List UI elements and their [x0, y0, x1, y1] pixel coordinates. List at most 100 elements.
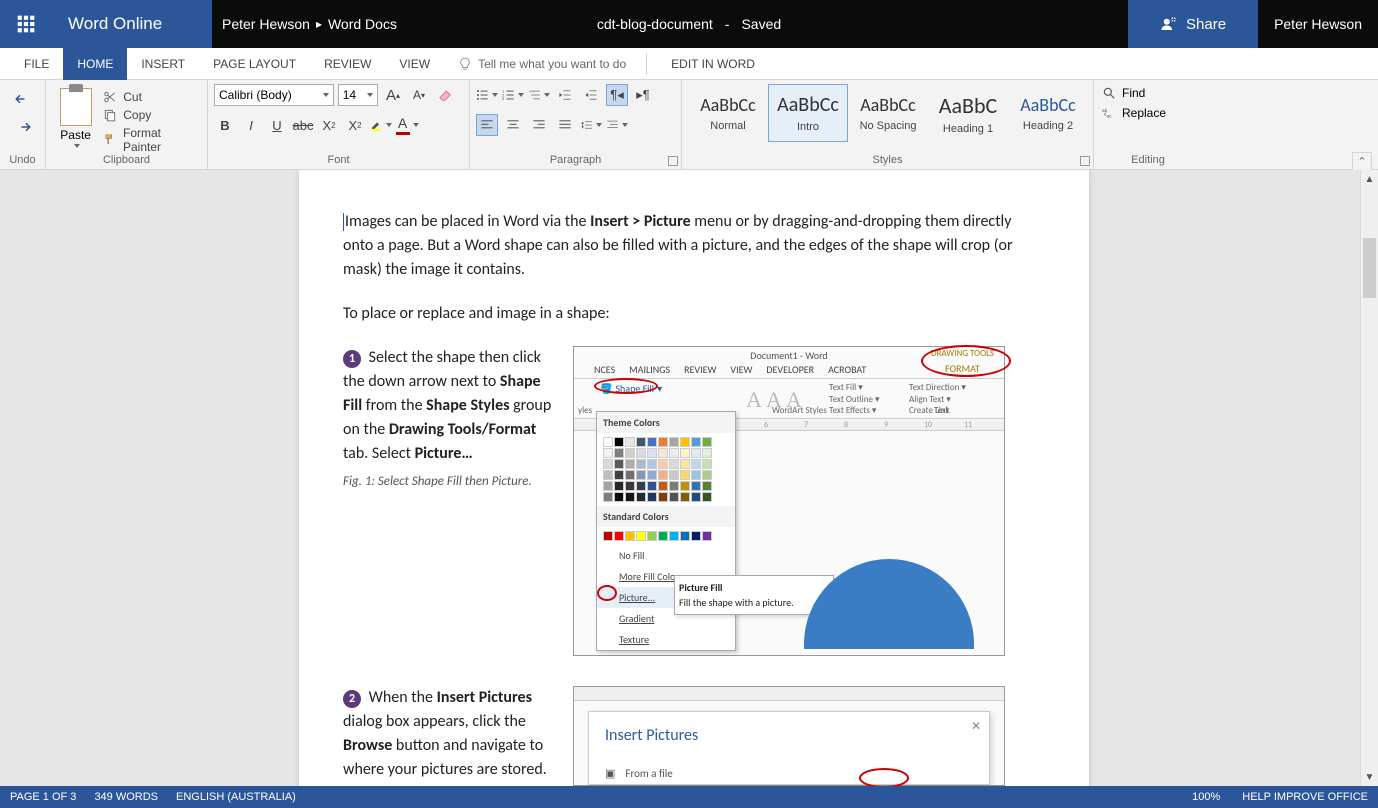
font-name-select[interactable]: Calibri (Body) [214, 84, 334, 106]
chevron-down-icon [518, 93, 524, 97]
italic-button[interactable]: I [240, 114, 262, 136]
breadcrumb-folder[interactable]: Word Docs [328, 16, 397, 32]
styles-launcher[interactable] [1080, 156, 1090, 166]
document-page[interactable]: Images can be placed in Word via the Ins… [299, 170, 1089, 786]
scroll-down-button[interactable]: ▼ [1361, 768, 1378, 786]
style-heading1[interactable]: AaBbCHeading 1 [928, 84, 1008, 142]
chevron-down-icon [596, 123, 602, 127]
shrink-font-button[interactable]: A▾ [408, 84, 430, 106]
line-spacing-button[interactable] [580, 114, 602, 136]
group-label-clipboard: Clipboard [46, 154, 207, 169]
format-painter-label: Format Painter [123, 126, 201, 154]
rtl-button[interactable]: ▸¶ [632, 84, 654, 106]
indent-icon [584, 88, 598, 102]
chevron-down-icon [323, 93, 329, 97]
paragraph-launcher[interactable] [668, 156, 678, 166]
theme-color-swatches [597, 433, 735, 506]
format-painter-button[interactable]: Format Painter [103, 126, 201, 154]
justify-button[interactable] [554, 114, 576, 136]
highlight-button[interactable] [370, 114, 392, 136]
cut-label: Cut [123, 90, 142, 104]
multilevel-list-button[interactable] [528, 84, 550, 106]
tell-me-label: Tell me what you want to do [478, 57, 626, 71]
special-indent-button[interactable] [606, 114, 628, 136]
style-preview: AaBbCc [777, 93, 839, 117]
align-center-button[interactable] [502, 114, 524, 136]
style-normal[interactable]: AaBbCcNormal [688, 84, 768, 142]
styles-gallery[interactable]: AaBbCcNormal AaBbCcIntro AaBbCcNo Spacin… [688, 84, 1088, 142]
grow-font-button[interactable]: A▴ [382, 84, 404, 106]
user-name[interactable]: Peter Hewson [1258, 16, 1378, 32]
collapse-ribbon-button[interactable]: ⌃ [1352, 152, 1372, 170]
doc-text: from the [362, 396, 426, 415]
tab-insert[interactable]: INSERT [127, 48, 199, 80]
zoom-level[interactable]: 100% [1192, 791, 1220, 803]
annotation-circle [597, 585, 617, 601]
decrease-indent-button[interactable] [554, 84, 576, 106]
menu-item: No Fill [597, 545, 735, 566]
scroll-track[interactable] [1361, 188, 1378, 768]
document-name[interactable]: cdt-blog-document [597, 16, 713, 32]
bold-button[interactable]: B [214, 114, 236, 136]
tab-home[interactable]: HOME [63, 48, 127, 80]
highlight-icon [370, 117, 383, 133]
breadcrumb: Peter Hewson ▸ Word Docs [212, 16, 397, 32]
copy-button[interactable]: Copy [103, 108, 201, 122]
shot-tab: ACROBAT [828, 362, 866, 377]
scroll-thumb[interactable] [1363, 238, 1376, 298]
align-left-button[interactable] [476, 114, 498, 136]
share-button[interactable]: Share [1128, 0, 1258, 48]
dialog-row: ▣From a file [605, 766, 973, 783]
superscript-button[interactable]: X2 [344, 114, 366, 136]
bullets-button[interactable] [476, 84, 498, 106]
font-size-select[interactable]: 14 [338, 84, 378, 106]
tab-page-layout[interactable]: PAGE LAYOUT [199, 48, 310, 80]
replace-button[interactable]: abacReplace [1102, 106, 1166, 120]
annotation-circle [921, 345, 1011, 377]
cut-button[interactable]: Cut [103, 90, 201, 104]
find-button[interactable]: Find [1102, 86, 1145, 100]
scissors-icon [103, 90, 117, 104]
undo-button[interactable] [12, 88, 34, 110]
shot-shape-fill: 🪣Shape Fill▾ [600, 381, 662, 396]
numbering-button[interactable]: 123 [502, 84, 524, 106]
scroll-up-button[interactable]: ▲ [1361, 170, 1378, 188]
app-launcher-button[interactable] [0, 0, 52, 48]
tell-me-search[interactable]: Tell me what you want to do [444, 57, 640, 71]
word-count[interactable]: 349 WORDS [94, 791, 158, 803]
align-right-icon [532, 118, 546, 132]
underline-button[interactable]: U [266, 114, 288, 136]
help-link[interactable]: HELP IMPROVE OFFICE [1242, 791, 1368, 803]
breadcrumb-user[interactable]: Peter Hewson [222, 16, 310, 32]
paste-button[interactable]: Paste [52, 84, 99, 148]
doc-text-bold: Shape Styles [426, 396, 509, 415]
style-nospacing[interactable]: AaBbCcNo Spacing [848, 84, 928, 142]
strikethrough-button[interactable]: abc [292, 114, 314, 136]
paste-icon [60, 88, 92, 126]
language-indicator[interactable]: ENGLISH (AUSTRALIA) [176, 791, 296, 803]
align-center-icon [506, 118, 520, 132]
menu-header: Standard Colors [597, 506, 735, 527]
redo-button[interactable] [12, 116, 34, 138]
tab-file[interactable]: FILE [10, 48, 63, 80]
ltr-button[interactable]: ¶◂ [606, 84, 628, 106]
font-color-button[interactable]: A [396, 114, 418, 136]
document-body[interactable]: Images can be placed in Word via the Ins… [343, 210, 1045, 786]
tab-review[interactable]: REVIEW [310, 48, 385, 80]
clear-formatting-button[interactable] [434, 84, 456, 106]
edit-in-word-button[interactable]: EDIT IN WORD [653, 57, 773, 71]
vertical-scrollbar[interactable]: ▲ ▼ [1360, 170, 1378, 786]
align-right-button[interactable] [528, 114, 550, 136]
shot-dialog: ✕ Insert Pictures ▣From a file [588, 711, 990, 785]
redo-icon [14, 120, 32, 134]
embedded-screenshot-1: Document1 - Word NCES MAILINGS REVIEW VI… [573, 346, 1005, 656]
tab-view[interactable]: VIEW [385, 48, 444, 80]
align-left-icon [480, 118, 494, 132]
increase-indent-button[interactable] [580, 84, 602, 106]
page-indicator[interactable]: PAGE 1 OF 3 [10, 791, 76, 803]
style-heading2[interactable]: AaBbCcHeading 2 [1008, 84, 1088, 142]
style-intro[interactable]: AaBbCcIntro [768, 84, 848, 142]
doc-text-bold: Drawing Tools/Format [389, 420, 537, 439]
subscript-button[interactable]: X2 [318, 114, 340, 136]
tooltip-title: Picture Fill [679, 580, 829, 595]
